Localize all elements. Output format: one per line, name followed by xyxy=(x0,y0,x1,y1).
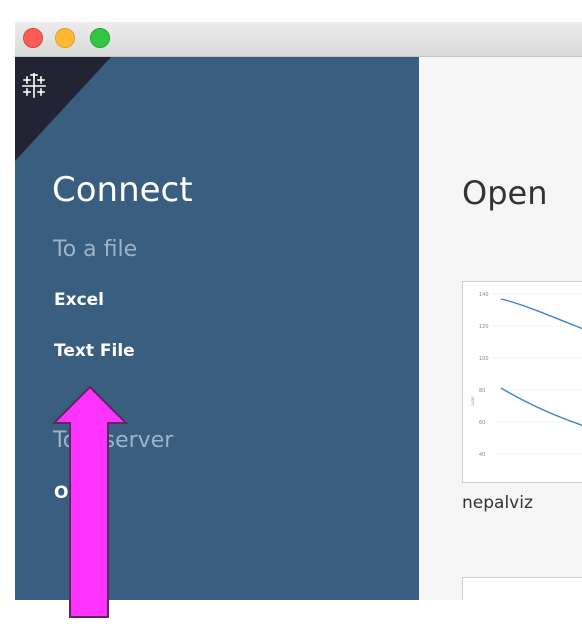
title-bar xyxy=(15,22,582,57)
thumbnail-y-axis-label: Loan xyxy=(470,396,475,406)
thumbnail-chart: 140 120 100 80 60 40 Loan xyxy=(470,292,582,458)
to-a-file-heading: To a file xyxy=(53,237,138,262)
thumbnail-y-tick: 80 xyxy=(479,388,485,394)
tableau-logo-icon[interactable] xyxy=(21,73,47,99)
excel-link[interactable]: Excel xyxy=(54,290,104,310)
thumbnail-y-tick: 100 xyxy=(479,356,489,362)
zoom-window-button[interactable] xyxy=(90,28,110,48)
thumbnail-y-tick: 40 xyxy=(479,452,485,458)
open-panel: Open 140 120 100 80 60 40 Loan nepalviz xyxy=(419,57,582,600)
close-window-button[interactable] xyxy=(23,28,43,48)
workbook-name[interactable]: nepalviz xyxy=(462,493,533,513)
thumbnail-y-tick: 140 xyxy=(479,292,489,298)
minimize-window-button[interactable] xyxy=(55,28,75,48)
thumbnail-series-line-upper xyxy=(500,298,582,330)
thumbnail-y-tick: 60 xyxy=(479,420,485,426)
workbook-thumbnail-2[interactable] xyxy=(462,577,582,600)
connect-title: Connect xyxy=(52,170,193,210)
workbook-thumbnail[interactable]: 140 120 100 80 60 40 Loan xyxy=(462,281,582,483)
annotation-up-arrow-icon xyxy=(52,385,128,618)
text-file-link[interactable]: Text File xyxy=(54,341,135,361)
open-title: Open xyxy=(462,174,548,212)
thumbnail-y-tick: 120 xyxy=(479,324,489,330)
thumbnail-series-line-lower xyxy=(500,387,582,426)
